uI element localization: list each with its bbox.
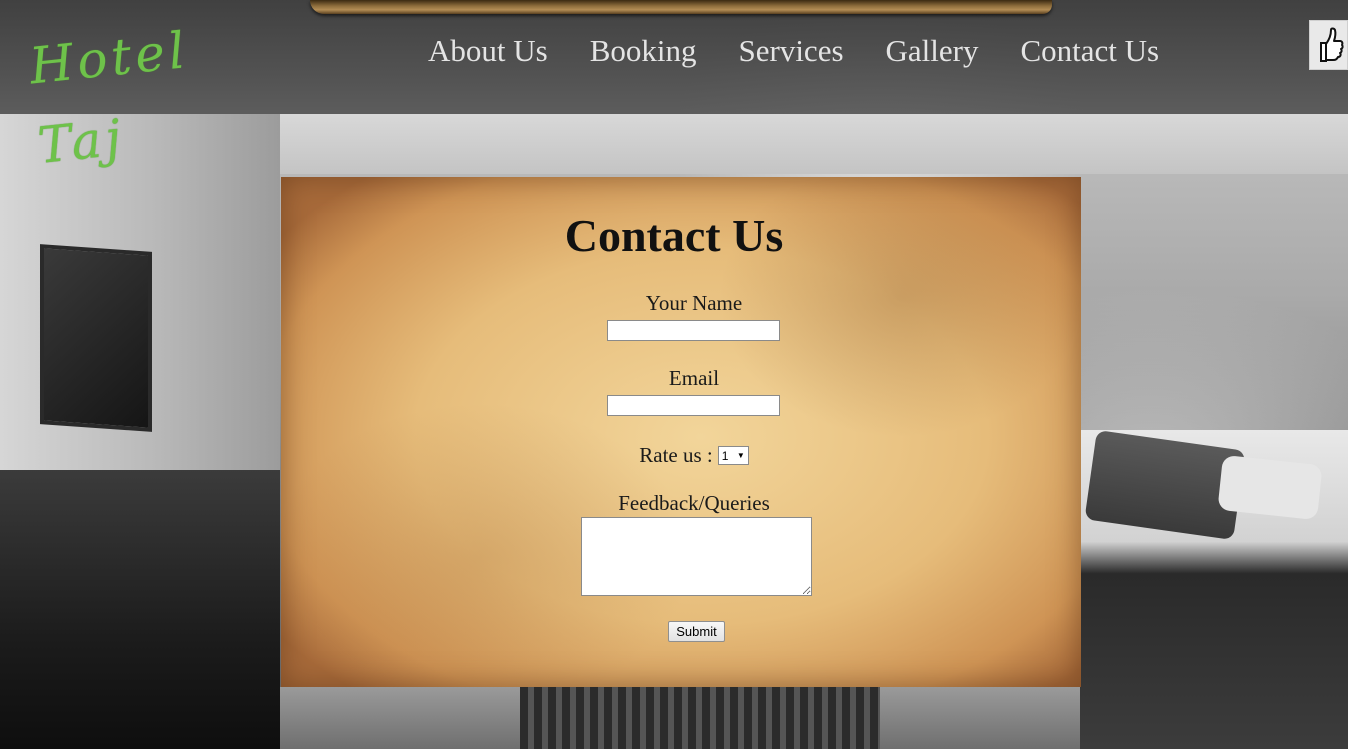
rate-row: Rate us : 1 ▼ — [281, 443, 1107, 468]
background-tv — [40, 244, 152, 432]
nav-link-contact-us[interactable]: Contact Us — [1007, 28, 1174, 74]
thumbs-up-icon — [1319, 27, 1344, 62]
main-nav: About Us Booking Services Gallery Contac… — [414, 28, 1173, 74]
nav-link-gallery[interactable]: Gallery — [872, 28, 993, 74]
background-pillow — [1217, 454, 1323, 521]
feedback-textarea[interactable] — [581, 517, 812, 596]
feedback-label: Feedback/Queries — [618, 491, 770, 515]
background-rug — [520, 687, 880, 749]
name-input[interactable] — [607, 320, 780, 341]
page-title: Contact Us — [564, 210, 784, 261]
nav-link-services[interactable]: Services — [725, 28, 858, 74]
background-desk — [0, 470, 280, 749]
chevron-down-icon: ▼ — [736, 451, 745, 460]
scroll-decoration — [310, 0, 1052, 14]
rate-selected-value: 1 — [721, 448, 729, 463]
submit-button[interactable]: Submit — [668, 621, 725, 642]
nav-link-booking[interactable]: Booking — [576, 28, 711, 74]
contact-panel: Contact Us Your Name Email Rate us : 1 ▼… — [281, 177, 1081, 687]
nav-link-about-us[interactable]: About Us — [414, 28, 562, 74]
site-header: Hotel Taj About Us Booking Services Gall… — [0, 0, 1348, 175]
name-label: Your Name — [645, 291, 743, 315]
background-ceiling — [180, 114, 1348, 174]
hotel-logo[interactable]: Hotel Taj — [26, 2, 275, 175]
rate-select[interactable]: 1 ▼ — [717, 446, 749, 465]
email-label: Email — [668, 366, 720, 390]
like-button[interactable] — [1309, 20, 1348, 70]
email-input[interactable] — [607, 395, 780, 416]
rate-label: Rate us : — [639, 443, 713, 467]
